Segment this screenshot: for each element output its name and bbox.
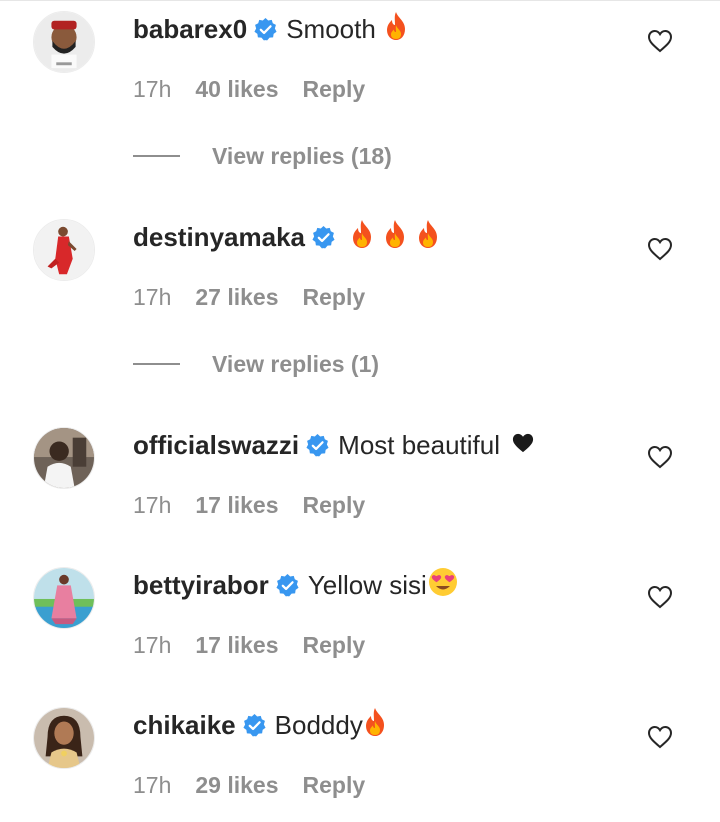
timestamp: 17h	[133, 283, 172, 310]
avatar[interactable]	[33, 219, 95, 281]
comment-line: officialswazzi Most beautiful	[133, 425, 536, 465]
comment-meta: 17h 29 likes Reply	[133, 770, 365, 800]
likes-count[interactable]: 17 likes	[195, 632, 278, 659]
reply-button[interactable]: Reply	[303, 772, 366, 799]
avatar-image	[34, 12, 94, 72]
view-replies-button[interactable]: View replies (1)	[133, 349, 379, 379]
verified-badge-icon	[306, 433, 329, 456]
reply-button[interactable]: Reply	[303, 76, 366, 103]
username[interactable]: officialswazzi	[133, 430, 299, 461]
reply-button[interactable]: Reply	[303, 492, 366, 519]
like-heart-icon[interactable]	[647, 29, 673, 53]
likes-count[interactable]: 29 likes	[195, 772, 278, 799]
fire-emoji-icon	[350, 219, 374, 256]
comment-meta: 17h 40 likes Reply	[133, 74, 365, 104]
reply-button[interactable]: Reply	[303, 632, 366, 659]
avatar[interactable]	[33, 427, 95, 489]
timestamp: 17h	[133, 771, 172, 798]
timestamp: 17h	[133, 75, 172, 102]
comment-meta: 17h 17 likes Reply	[133, 630, 365, 660]
fire-emoji-icon	[416, 219, 440, 256]
comment-line: babarex0 Smooth	[133, 9, 408, 49]
reply-button[interactable]: Reply	[303, 284, 366, 311]
timestamp: 17h	[133, 631, 172, 658]
fire-emoji-icon	[363, 707, 387, 744]
verified-badge-icon	[312, 225, 335, 248]
black-heart-icon	[510, 430, 536, 461]
fire-emoji-icon	[383, 219, 407, 256]
likes-count[interactable]: 40 likes	[195, 76, 278, 103]
fire-emoji-icon	[384, 11, 408, 48]
replies-divider	[133, 363, 180, 365]
avatar-image	[34, 568, 94, 628]
username[interactable]: chikaike	[133, 710, 236, 741]
heart-eyes-emoji-icon	[427, 567, 459, 604]
like-heart-icon[interactable]	[647, 445, 673, 469]
username[interactable]: bettyirabor	[133, 570, 269, 601]
username[interactable]: babarex0	[133, 14, 247, 45]
comment-text: Most beautiful	[338, 429, 501, 460]
top-divider	[0, 0, 720, 1]
comment-line: destinyamaka	[133, 217, 440, 257]
likes-count[interactable]: 27 likes	[195, 284, 278, 311]
verified-badge-icon	[276, 573, 299, 596]
like-heart-icon[interactable]	[647, 585, 673, 609]
view-replies-label: View replies (18)	[212, 142, 392, 169]
replies-divider	[133, 155, 180, 157]
avatar-image	[34, 220, 94, 280]
comment-text: Yellow sisi	[307, 569, 427, 600]
comment-line: bettyirabor Yellow sisi	[133, 565, 459, 605]
comment-line: chikaike Bodddy	[133, 705, 387, 745]
comment-meta: 17h 27 likes Reply	[133, 282, 365, 312]
comment-text: Smooth	[286, 13, 376, 44]
avatar-image	[34, 708, 94, 768]
avatar[interactable]	[33, 11, 95, 73]
view-replies-button[interactable]: View replies (18)	[133, 141, 392, 171]
username[interactable]: destinyamaka	[133, 222, 305, 253]
likes-count[interactable]: 17 likes	[195, 492, 278, 519]
view-replies-label: View replies (1)	[212, 350, 380, 377]
timestamp: 17h	[133, 491, 172, 518]
avatar-image	[34, 428, 94, 488]
avatar[interactable]	[33, 707, 95, 769]
comment-text: Bodddy	[274, 709, 363, 740]
avatar[interactable]	[33, 567, 95, 629]
like-heart-icon[interactable]	[647, 725, 673, 749]
verified-badge-icon	[243, 713, 266, 736]
like-heart-icon[interactable]	[647, 237, 673, 261]
comment-meta: 17h 17 likes Reply	[133, 490, 365, 520]
verified-badge-icon	[254, 17, 277, 40]
